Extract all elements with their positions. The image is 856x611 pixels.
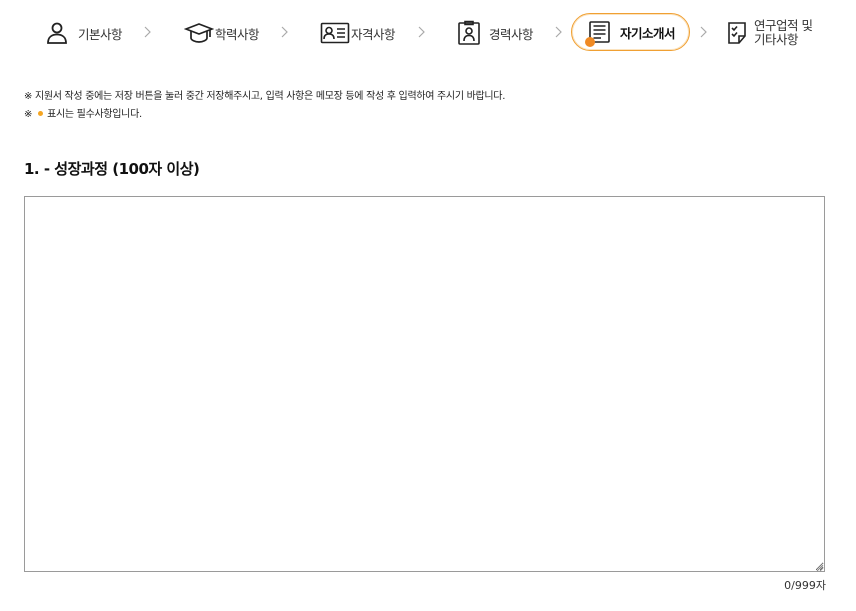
person-icon (44, 20, 70, 46)
character-counter: 0/999자 (784, 579, 826, 592)
chevron-right-icon (700, 26, 707, 38)
step-qualifications[interactable]: 자격사항 (320, 19, 396, 47)
notice-save-guide: ※ 지원서 작성 중에는 저장 버튼을 눌러 중간 저장해주시고, 입력 사항은… (24, 91, 506, 102)
step-label: 경력사항 (489, 26, 534, 42)
chevron-right-icon (555, 26, 562, 38)
step-label-line1: 연구업적 및 (754, 18, 813, 33)
notice-required-text: 표시는 필수사항입니다. (47, 109, 142, 120)
application-steps-nav: 기본사항 학력사항 자격사항 경력사항 자기소개서 연구업적 및 기타사항 (0, 0, 856, 66)
step-label-group: 연구업적 및 기타사항 (754, 18, 813, 47)
checklist-document-icon (724, 20, 750, 46)
step-label: 자기소개서 (620, 25, 676, 41)
notice-mark: ※ (24, 109, 33, 120)
step-self-introduction[interactable]: 자기소개서 (571, 13, 690, 51)
id-card-icon (320, 20, 350, 46)
active-step-dot (585, 37, 595, 47)
step-label-line2: 기타사항 (754, 32, 799, 47)
step-career[interactable]: 경력사항 (456, 19, 534, 47)
chevron-right-icon (281, 26, 288, 38)
notice-required-guide: ※ 표시는 필수사항입니다. (24, 105, 142, 120)
chevron-right-icon (418, 26, 425, 38)
growth-process-textarea[interactable] (24, 196, 825, 572)
step-education[interactable]: 학력사항 (184, 19, 260, 47)
question-title: 1. - 성장과정 (100자 이상) (24, 160, 200, 178)
step-label: 자격사항 (351, 26, 396, 42)
chevron-right-icon (144, 26, 151, 38)
step-research-and-etc[interactable]: 연구업적 및 기타사항 (724, 17, 813, 49)
step-label: 기본사항 (78, 26, 123, 42)
step-label: 학력사항 (215, 26, 260, 42)
worker-badge-icon (456, 20, 482, 46)
resize-handle-icon[interactable] (814, 562, 824, 572)
graduation-cap-icon (184, 20, 214, 46)
required-dot-icon (38, 111, 44, 116)
step-basic-info[interactable]: 기본사항 (44, 19, 123, 47)
